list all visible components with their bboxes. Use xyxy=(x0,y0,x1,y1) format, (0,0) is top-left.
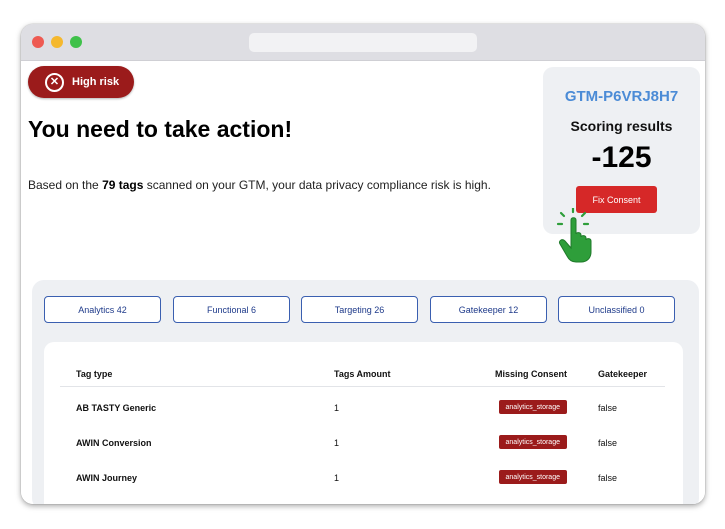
cell-tag-type: AWIN Conversion xyxy=(76,438,152,448)
tags-table: Tag type Tags Amount Missing Consent Gat… xyxy=(44,342,683,504)
score-value: -125 xyxy=(591,141,652,174)
table-row[interactable]: AdAdvisor 1 ad_storage false xyxy=(44,503,683,504)
tab-unclassified[interactable]: Unclassified 0 xyxy=(558,296,675,323)
minimize-window-button[interactable] xyxy=(51,36,63,48)
cell-gatekeeper: false xyxy=(598,473,618,483)
header-tags-amount: Tags Amount xyxy=(334,369,391,379)
header-tag-type: Tag type xyxy=(76,369,113,379)
tags-panel: Analytics 42 Functional 6 Targeting 26 G… xyxy=(32,280,699,504)
address-bar[interactable] xyxy=(249,33,477,52)
close-window-button[interactable] xyxy=(32,36,44,48)
browser-window: ✕ High risk You need to take action! Bas… xyxy=(21,24,705,504)
missing-consent-badge: analytics_storage xyxy=(498,400,567,414)
page-content: ✕ High risk You need to take action! Bas… xyxy=(21,61,705,504)
header-gatekeeper: Gatekeeper xyxy=(598,369,648,379)
summary-suffix: scanned on your GTM, your data privacy c… xyxy=(143,178,491,192)
title-bar xyxy=(21,24,705,61)
tab-functional[interactable]: Functional 6 xyxy=(173,296,290,323)
hand-pointer-icon xyxy=(556,208,592,263)
header-divider xyxy=(60,386,665,387)
risk-summary: Based on the 79 tags scanned on your GTM… xyxy=(28,178,491,192)
cell-tag-type: AB TASTY Generic xyxy=(76,403,157,413)
tags-count: 79 tags xyxy=(102,178,144,192)
x-circle-icon: ✕ xyxy=(45,72,64,92)
cell-gatekeeper: false xyxy=(598,438,618,448)
risk-badge: ✕ High risk xyxy=(28,66,134,98)
tab-analytics[interactable]: Analytics 42 xyxy=(44,296,161,323)
header-missing-consent: Missing Consent xyxy=(494,369,567,379)
maximize-window-button[interactable] xyxy=(70,36,82,48)
summary-prefix: Based on the xyxy=(28,178,103,192)
table-row[interactable]: AWIN Conversion 1 analytics_storage fals… xyxy=(44,433,683,453)
cell-tags-amount: 1 xyxy=(334,438,340,448)
table-row[interactable]: AB TASTY Generic 1 analytics_storage fal… xyxy=(44,398,683,418)
gtm-container-id: GTM-P6VRJ8H7 xyxy=(564,88,679,105)
cell-tags-amount: 1 xyxy=(334,403,340,413)
table-row[interactable]: AWIN Journey 1 analytics_storage false xyxy=(44,468,683,488)
cell-tags-amount: 1 xyxy=(334,473,340,483)
tab-targeting[interactable]: Targeting 26 xyxy=(301,296,418,323)
missing-consent-badge: analytics_storage xyxy=(498,470,567,484)
cell-tag-type: AWIN Journey xyxy=(76,473,138,483)
cell-gatekeeper: false xyxy=(598,403,618,413)
tab-gatekeeper[interactable]: Gatekeeper 12 xyxy=(430,296,547,323)
risk-label: High risk xyxy=(72,76,120,88)
missing-consent-badge: analytics_storage xyxy=(498,435,567,449)
page-title: You need to take action! xyxy=(28,116,293,142)
score-title: Scoring results xyxy=(570,118,673,134)
